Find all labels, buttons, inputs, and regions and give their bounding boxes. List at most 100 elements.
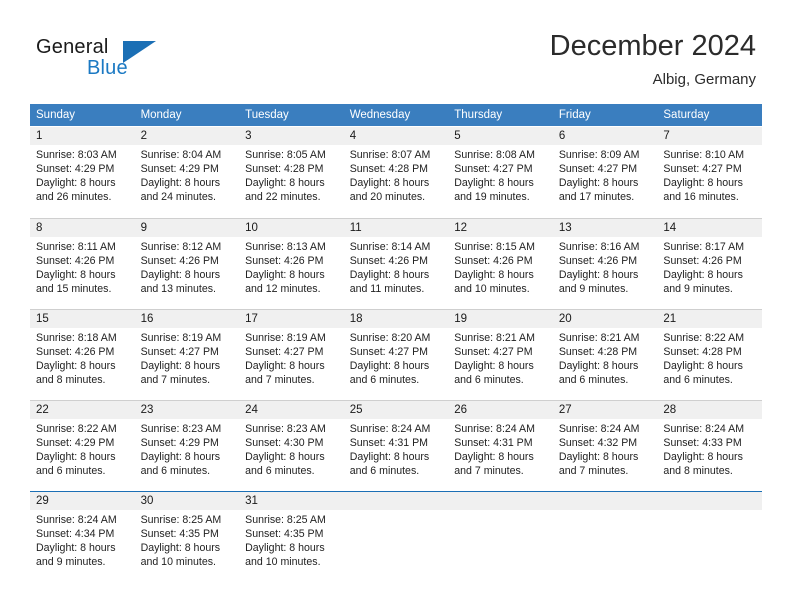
day-number: 19 xyxy=(448,310,553,328)
sunrise-text: Sunrise: 8:11 AM xyxy=(36,241,116,253)
calendar-day-cell[interactable]: 18 Sunrise: 8:20 AM Sunset: 4:27 PM Dayligh… xyxy=(343,308,449,400)
sunrise-text: Sunrise: 8:17 AM xyxy=(663,241,745,253)
calendar-day-cell[interactable]: 12 Sunrise: 8:15 AM Sunset: 4:26 PM Dayligh… xyxy=(448,217,553,309)
calendar-day-cell[interactable]: 14 Sunrise: 8:17 AM Sunset: 4:26 PM Dayligh… xyxy=(657,217,762,309)
calendar-day-cell[interactable]: 7 Sunrise: 8:10 AM Sunset: 4:27 PM Daylight… xyxy=(657,126,762,218)
day-details: Sunrise: 8:10 AM Sunset: 4:27 PM Daylight:… xyxy=(657,145,762,204)
sunset-text: Sunset: 4:26 PM xyxy=(454,255,533,268)
sunset-text: Sunset: 4:28 PM xyxy=(558,346,638,359)
day-details xyxy=(344,510,449,513)
sunrise-text: Sunrise: 8:24 AM xyxy=(454,423,535,435)
sunset-text: Sunset: 4:29 PM xyxy=(36,437,115,450)
sunset-text: Sunset: 4:30 PM xyxy=(245,437,324,450)
daylight-text-line1: Daylight: 8 hours xyxy=(558,269,639,282)
calendar-day-cell[interactable]: 20 Sunrise: 8:21 AM Sunset: 4:28 PM Dayligh… xyxy=(552,308,658,400)
day-details: Sunrise: 8:20 AM Sunset: 4:27 PM Daylight:… xyxy=(344,328,449,387)
sunrise-text: Sunrise: 8:23 AM xyxy=(245,423,326,435)
day-details: Sunrise: 8:15 AM Sunset: 4:26 PM Daylight:… xyxy=(448,237,553,296)
calendar-day-cell[interactable]: 28 Sunrise: 8:24 AM Sunset: 4:33 PM Dayligh… xyxy=(657,399,762,491)
sunrise-text: Sunrise: 8:15 AM xyxy=(454,241,535,253)
day-number: 12 xyxy=(448,219,553,237)
page-title: December 2024 xyxy=(549,30,756,62)
calendar-day-cell[interactable]: 2 Sunrise: 8:04 AM Sunset: 4:29 PM Daylight… xyxy=(134,126,240,218)
calendar-day-cell[interactable]: 9 Sunrise: 8:12 AM Sunset: 4:26 PM Daylight… xyxy=(134,217,240,309)
calendar-day-cell[interactable]: 16 Sunrise: 8:19 AM Sunset: 4:27 PM Dayligh… xyxy=(134,308,240,400)
calendar-day-cell[interactable]: 19 Sunrise: 8:21 AM Sunset: 4:27 PM Dayligh… xyxy=(448,308,553,400)
day-details: Sunrise: 8:25 AM Sunset: 4:35 PM Daylight:… xyxy=(239,510,344,569)
daylight-text-line2: and 12 minutes. xyxy=(245,283,321,296)
daylight-text-line2: and 11 minutes. xyxy=(349,283,425,296)
sunset-text: Sunset: 4:31 PM xyxy=(349,437,429,450)
calendar-day-cell[interactable]: 29 Sunrise: 8:24 AM Sunset: 4:34 PM Dayligh… xyxy=(30,490,135,581)
daylight-text-line2: and 6 minutes. xyxy=(663,374,733,387)
sunset-text: Sunset: 4:27 PM xyxy=(663,163,742,176)
logo-triangle-icon xyxy=(123,41,156,63)
calendar-day-cell[interactable]: 10 Sunrise: 8:13 AM Sunset: 4:26 PM Dayligh… xyxy=(239,217,344,309)
calendar-day-cell[interactable]: 24 Sunrise: 8:23 AM Sunset: 4:30 PM Dayligh… xyxy=(239,399,344,491)
sunset-text: Sunset: 4:29 PM xyxy=(36,163,115,176)
calendar-day-cell[interactable]: 17 Sunrise: 8:19 AM Sunset: 4:27 PM Dayligh… xyxy=(239,308,344,400)
daylight-text-line1: Daylight: 8 hours xyxy=(663,360,743,373)
calendar-day-cell[interactable]: 11 Sunrise: 8:14 AM Sunset: 4:26 PM Dayligh… xyxy=(343,217,449,309)
daylight-text-line1: Daylight: 8 hours xyxy=(36,542,116,555)
day-details xyxy=(657,510,762,513)
calendar-day-cell[interactable]: 21 Sunrise: 8:22 AM Sunset: 4:28 PM Dayligh… xyxy=(657,308,762,400)
day-number: 22 xyxy=(30,401,135,419)
calendar-day-cell[interactable]: 23 Sunrise: 8:23 AM Sunset: 4:29 PM Dayligh… xyxy=(134,399,240,491)
calendar-day-cell[interactable]: 25 Sunrise: 8:24 AM Sunset: 4:31 PM Dayligh… xyxy=(343,399,449,491)
sunset-text: Sunset: 4:26 PM xyxy=(36,255,115,268)
calendar-day-cell[interactable]: 13 Sunrise: 8:16 AM Sunset: 4:26 PM Dayligh… xyxy=(552,217,658,309)
daylight-text-line1: Daylight: 8 hours xyxy=(558,360,639,373)
daylight-text-line1: Daylight: 8 hours xyxy=(558,451,639,464)
daylight-text-line1: Daylight: 8 hours xyxy=(245,269,325,282)
sunset-text: Sunset: 4:26 PM xyxy=(349,255,429,268)
calendar-day-cell[interactable]: 3 Sunrise: 8:05 AM Sunset: 4:28 PM Daylight… xyxy=(239,126,344,218)
sunrise-text: Sunrise: 8:03 AM xyxy=(36,149,117,161)
day-number: 31 xyxy=(239,492,344,510)
calendar-day-cell[interactable]: 15 Sunrise: 8:18 AM Sunset: 4:26 PM Dayligh… xyxy=(30,308,135,400)
daylight-text-line2: and 26 minutes. xyxy=(36,191,112,204)
calendar-day-cell[interactable]: 5 Sunrise: 8:08 AM Sunset: 4:27 PM Daylight… xyxy=(448,126,553,218)
sunset-text: Sunset: 4:27 PM xyxy=(454,163,533,176)
calendar-day-cell[interactable]: 6 Sunrise: 8:09 AM Sunset: 4:27 PM Daylight… xyxy=(552,126,658,218)
calendar-page: General Blue December 2024 Albig, German… xyxy=(0,0,792,612)
sunrise-text: Sunrise: 8:21 AM xyxy=(558,332,640,344)
daylight-text-line1: Daylight: 8 hours xyxy=(349,177,430,190)
day-number: 17 xyxy=(239,310,344,328)
daylight-text-line2: and 15 minutes. xyxy=(36,283,112,296)
sunset-text: Sunset: 4:27 PM xyxy=(349,346,429,359)
day-details: Sunrise: 8:16 AM Sunset: 4:26 PM Daylight:… xyxy=(553,237,658,296)
sunrise-text: Sunrise: 8:09 AM xyxy=(558,149,640,161)
day-details: Sunrise: 8:14 AM Sunset: 4:26 PM Daylight:… xyxy=(344,237,449,296)
sunrise-text: Sunrise: 8:23 AM xyxy=(140,423,222,435)
calendar-day-cell[interactable]: 22 Sunrise: 8:22 AM Sunset: 4:29 PM Dayligh… xyxy=(30,399,135,491)
daylight-text-line1: Daylight: 8 hours xyxy=(454,177,534,190)
day-details: Sunrise: 8:18 AM Sunset: 4:26 PM Daylight:… xyxy=(30,328,135,387)
calendar-day-cell[interactable]: 30 Sunrise: 8:25 AM Sunset: 4:35 PM Dayligh… xyxy=(134,490,240,581)
sunrise-text: Sunrise: 8:24 AM xyxy=(558,423,640,435)
calendar-day-cell[interactable]: 4 Sunrise: 8:07 AM Sunset: 4:28 PM Daylight… xyxy=(343,126,449,218)
calendar-day-cell[interactable]: 8 Sunrise: 8:11 AM Sunset: 4:26 PM Daylight… xyxy=(30,217,135,309)
day-number: 10 xyxy=(239,219,344,237)
calendar-day-cell[interactable]: 1 Sunrise: 8:03 AM Sunset: 4:29 PM Daylight… xyxy=(30,126,135,218)
calendar-day-cell[interactable]: 26 Sunrise: 8:24 AM Sunset: 4:31 PM Dayligh… xyxy=(448,399,553,491)
day-number: 25 xyxy=(343,401,449,419)
calendar-day-cell[interactable]: 27 Sunrise: 8:24 AM Sunset: 4:32 PM Dayligh… xyxy=(552,399,658,491)
day-details: Sunrise: 8:23 AM Sunset: 4:29 PM Daylight:… xyxy=(135,419,240,478)
sunrise-text: Sunrise: 8:24 AM xyxy=(663,423,745,435)
sunset-text: Sunset: 4:28 PM xyxy=(349,163,429,176)
daylight-text-line1: Daylight: 8 hours xyxy=(140,542,221,555)
daylight-text-line2: and 6 minutes. xyxy=(36,465,106,478)
daylight-text-line2: and 9 minutes. xyxy=(36,556,106,569)
sunrise-text: Sunrise: 8:10 AM xyxy=(663,149,745,161)
calendar-week-row: 8 Sunrise: 8:11 AM Sunset: 4:26 PM Daylight… xyxy=(30,217,762,309)
day-details: Sunrise: 8:03 AM Sunset: 4:29 PM Daylight:… xyxy=(30,145,135,204)
daylight-text-line2: and 10 minutes. xyxy=(140,556,216,569)
general-blue-logo: General Blue xyxy=(36,36,156,86)
day-details: Sunrise: 8:23 AM Sunset: 4:30 PM Daylight:… xyxy=(239,419,344,478)
daylight-text-line1: Daylight: 8 hours xyxy=(349,451,430,464)
calendar-day-cell[interactable]: 31 Sunrise: 8:25 AM Sunset: 4:35 PM Dayligh… xyxy=(239,490,344,581)
day-details xyxy=(553,510,658,513)
day-number: 24 xyxy=(239,401,344,419)
day-details: Sunrise: 8:24 AM Sunset: 4:32 PM Daylight:… xyxy=(553,419,658,478)
